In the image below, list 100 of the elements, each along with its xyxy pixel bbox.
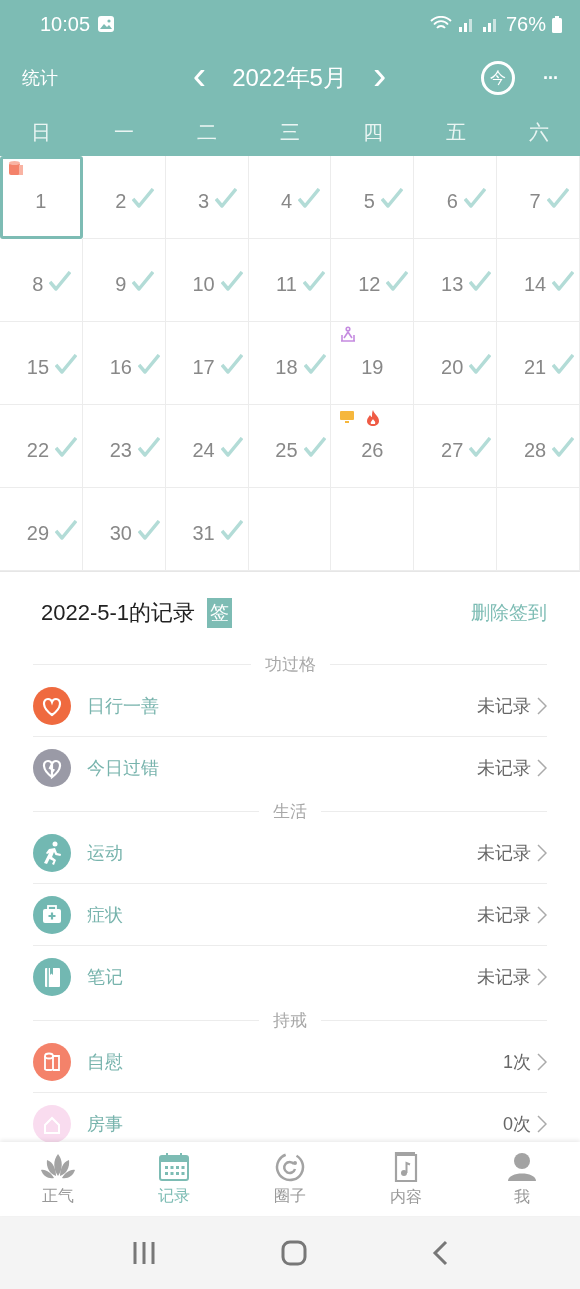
nav-tab[interactable]: 圈子 — [232, 1142, 348, 1216]
toilet-roll-icon — [8, 160, 24, 176]
day-number: 26 — [361, 438, 384, 462]
day-cell[interactable]: 15 — [0, 322, 83, 405]
record-item-label[interactable]: 运动 — [87, 840, 477, 865]
day-cell[interactable]: 26 — [331, 405, 415, 488]
nav-tab[interactable]: 内容 — [348, 1142, 464, 1216]
record-item-label[interactable]: 房事 — [87, 1111, 503, 1136]
day-number: 5 — [363, 189, 375, 213]
day-number: 24 — [192, 438, 215, 462]
day-cell[interactable]: 27 — [414, 405, 498, 488]
calendar-icon — [158, 1151, 190, 1182]
day-cell[interactable]: 1 — [0, 156, 83, 239]
day-cell[interactable]: 23 — [82, 405, 166, 488]
day-cell[interactable]: 19 — [331, 322, 415, 405]
day-number: 14 — [523, 272, 547, 296]
day-cell[interactable]: 21 — [497, 322, 580, 405]
more-button[interactable]: ··· — [543, 67, 558, 89]
weekday-label: 二 — [196, 119, 219, 145]
day-cell[interactable]: 11 — [248, 239, 332, 322]
day-cell[interactable]: 13 — [414, 239, 498, 322]
day-cell[interactable]: 28 — [497, 405, 580, 488]
day-cell[interactable]: 2 — [82, 156, 166, 239]
day-number: 15 — [26, 355, 50, 379]
day-number: 7 — [529, 189, 541, 213]
section-title: 持戒 — [273, 1009, 307, 1032]
day-cell[interactable]: 24 — [165, 405, 249, 488]
day-number: 9 — [115, 272, 127, 296]
day-number: 10 — [192, 272, 215, 296]
person-icon — [506, 1150, 538, 1183]
record-item-label[interactable]: 症状 — [87, 902, 477, 927]
day-number: 20 — [441, 355, 464, 379]
day-number: 18 — [275, 355, 298, 379]
section-title: 生活 — [273, 800, 307, 823]
chevron-right-icon — [537, 696, 547, 715]
day-number: 4 — [280, 189, 293, 213]
image-icon — [98, 16, 115, 32]
day-number: 2 — [115, 189, 127, 213]
next-month-button[interactable]: › — [368, 55, 391, 101]
day-number: 13 — [441, 272, 464, 296]
day-cell[interactable]: 16 — [82, 322, 166, 405]
chevron-right-icon — [537, 967, 547, 986]
record-item-value: 未记录 — [477, 756, 531, 780]
day-cell[interactable]: 5 — [331, 156, 415, 239]
day-cell[interactable]: 25 — [248, 405, 332, 488]
prev-month-button[interactable]: ‹ — [188, 55, 211, 101]
record-item-label[interactable]: 日行一善 — [87, 693, 477, 718]
record-item-label[interactable]: 自慰 — [87, 1049, 503, 1074]
nav-tab[interactable]: 我 — [464, 1142, 580, 1216]
record-item-value: 未记录 — [477, 965, 531, 989]
record-item-value: 未记录 — [477, 694, 531, 718]
fire-icon — [365, 409, 382, 427]
delete-checkin-link[interactable]: 删除签到 — [471, 600, 547, 626]
signed-badge: 签 — [207, 598, 233, 628]
day-cell[interactable]: 12 — [331, 239, 415, 322]
today-button[interactable]: 今 — [481, 61, 515, 95]
day-cell[interactable]: 3 — [165, 156, 249, 239]
battery-percent: 76% — [505, 12, 546, 36]
day-cell[interactable]: 10 — [165, 239, 249, 322]
day-number: 6 — [446, 189, 458, 213]
day-number: 11 — [276, 272, 297, 296]
day-cell[interactable]: 29 — [0, 488, 83, 571]
home-icon[interactable] — [281, 1239, 307, 1266]
month-title: 2022年5月 — [232, 63, 347, 93]
day-number: 22 — [26, 438, 50, 462]
chevron-right-icon — [537, 1114, 547, 1133]
record-item-value: 1次 — [503, 1050, 531, 1074]
music-book-icon — [392, 1150, 420, 1183]
day-cell[interactable]: 4 — [248, 156, 332, 239]
record-item-label[interactable]: 今日过错 — [87, 755, 477, 780]
day-cell[interactable]: 30 — [82, 488, 166, 571]
record-item-value: 未记录 — [477, 841, 531, 865]
record-item-label[interactable]: 笔记 — [87, 964, 477, 989]
record-title: 2022-5-1的记录 — [41, 599, 196, 627]
nav-tab[interactable]: 记录 — [116, 1142, 232, 1216]
weekday-label: 日 — [30, 119, 53, 145]
day-cell[interactable]: 22 — [0, 405, 83, 488]
day-cell[interactable]: 18 — [248, 322, 332, 405]
day-cell[interactable]: 9 — [82, 239, 166, 322]
day-number: 25 — [275, 438, 298, 462]
day-number: 30 — [109, 521, 132, 545]
day-cell[interactable]: 31 — [165, 488, 249, 571]
day-cell[interactable]: 17 — [165, 322, 249, 405]
day-cell[interactable]: 20 — [414, 322, 498, 405]
recent-apps-icon[interactable] — [132, 1240, 157, 1265]
day-number: 27 — [441, 438, 464, 462]
day-cell[interactable]: 6 — [414, 156, 498, 239]
stats-link[interactable]: 统计 — [22, 66, 58, 90]
day-number: 16 — [109, 355, 132, 379]
meditation-icon — [339, 326, 358, 342]
battery-icon — [552, 15, 562, 33]
refresh-circle-icon — [275, 1151, 305, 1182]
day-cell[interactable]: 7 — [497, 156, 580, 239]
day-number: 19 — [361, 355, 384, 379]
chevron-right-icon — [537, 843, 547, 862]
status-time: 10:05 — [40, 12, 91, 36]
day-cell[interactable]: 8 — [0, 239, 83, 322]
back-icon[interactable] — [431, 1239, 448, 1266]
day-cell[interactable]: 14 — [497, 239, 580, 322]
nav-tab[interactable]: 正气 — [0, 1142, 116, 1216]
